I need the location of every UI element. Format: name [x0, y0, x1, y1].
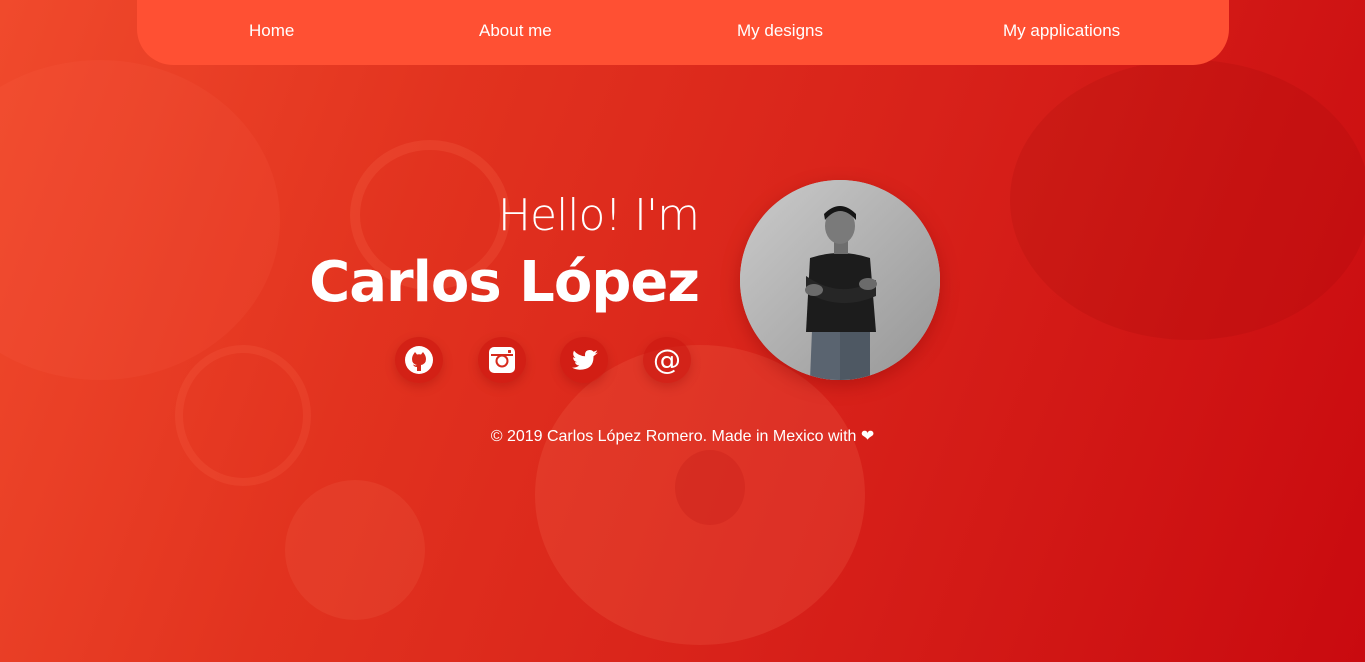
background-decoration — [0, 0, 1365, 662]
nav-link-home[interactable]: Home — [249, 21, 294, 41]
profile-photo-illustration — [740, 180, 940, 380]
background-shape — [285, 480, 425, 620]
at-sign-glyph: @ — [653, 345, 681, 375]
background-shape — [175, 345, 311, 486]
github-link[interactable] — [395, 337, 443, 383]
twitter-link[interactable] — [560, 337, 608, 383]
email-link[interactable]: @ — [643, 337, 691, 383]
at-sign-icon: @ — [653, 345, 681, 375]
background-shape — [1010, 60, 1365, 340]
github-icon — [405, 346, 433, 374]
nav-link-my-applications[interactable]: My applications — [1003, 21, 1120, 41]
profile-photo — [740, 180, 940, 380]
twitter-icon — [572, 350, 598, 370]
background-shape — [0, 60, 280, 380]
hero-name: Carlos López — [309, 250, 700, 315]
background-shape — [675, 450, 745, 525]
nav-link-about-me[interactable]: About me — [479, 21, 552, 41]
instagram-icon — [489, 347, 515, 373]
instagram-link[interactable] — [478, 337, 526, 383]
nav-link-my-designs[interactable]: My designs — [737, 21, 823, 41]
footer-copyright: © 2019 Carlos López Romero. Made in Mexi… — [490, 428, 875, 445]
hero-greeting: Hello! I'm — [497, 190, 700, 241]
top-navbar: Home About me My designs My applications — [137, 0, 1229, 65]
